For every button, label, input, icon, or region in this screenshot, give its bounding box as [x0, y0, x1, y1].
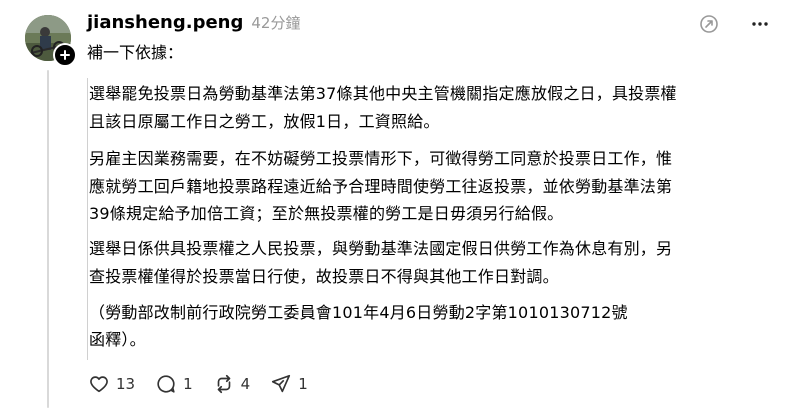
like-count: 13 [116, 375, 136, 393]
thread-line [47, 70, 49, 408]
more-button[interactable] [749, 13, 771, 35]
post-intro: 補一下依據： [87, 43, 184, 62]
like-button[interactable]: 13 [88, 373, 135, 395]
share-button[interactable]: 1 [270, 373, 308, 395]
rotate-icon [700, 15, 718, 33]
quote-line-6: 選舉日係供具投票權之人民投票，與勞動基準法國定假日供勞工作為休息有別，另 [89, 239, 673, 258]
more-icon [752, 22, 768, 26]
rotate-button[interactable] [698, 13, 720, 35]
quote-line-7: 查投票權僅得於投票當日行使，故投票日不得與其他工作日對調。 [89, 267, 559, 286]
repost-icon [217, 374, 230, 394]
quote-line-5: 39條規定給予加倍工資；至於無投票權的勞工是日毋須另行給假。 [89, 204, 564, 223]
reply-count: 1 [183, 375, 193, 393]
plus-icon [60, 50, 70, 60]
quote-line-1: 選舉罷免投票日為勞動基準法第37條其他中央主管機關指定應放假之日，具投票權 [89, 84, 677, 103]
reply-button[interactable]: 1 [155, 373, 193, 395]
quote-line-2: 且該日原屬工作日之勞工，放假1日，工資照給。 [89, 112, 440, 131]
quote-line-8: （勞動部改制前行政院勞工委員會101年4月6日勞動2字第1010130712號 [89, 303, 628, 322]
share-count: 1 [298, 375, 308, 393]
quote-line-9: 函釋）。 [89, 330, 146, 349]
heart-icon [90, 376, 108, 393]
repost-count: 4 [240, 375, 251, 393]
repost-button[interactable]: 4 [213, 373, 251, 395]
quote-bar [87, 78, 88, 360]
timestamp: 42分鐘 [251, 14, 301, 32]
follow-button[interactable] [53, 43, 77, 67]
post-header: jiansheng.peng 42分鐘 [87, 12, 300, 38]
action-bar: 13 1 4 1 [88, 371, 328, 397]
quote-line-3: 另雇主因業務需要，在不妨礙勞工投票情形下，可徵得勞工同意於投票日工作，惟 [89, 149, 673, 168]
quote-line-4: 應就勞工回戶籍地投票路程遠近給予合理時間使勞工往返投票，並依勞動基準法第 [89, 177, 673, 196]
comment-icon [157, 375, 175, 393]
send-icon [272, 374, 291, 393]
username[interactable]: jiansheng.peng [87, 12, 243, 33]
